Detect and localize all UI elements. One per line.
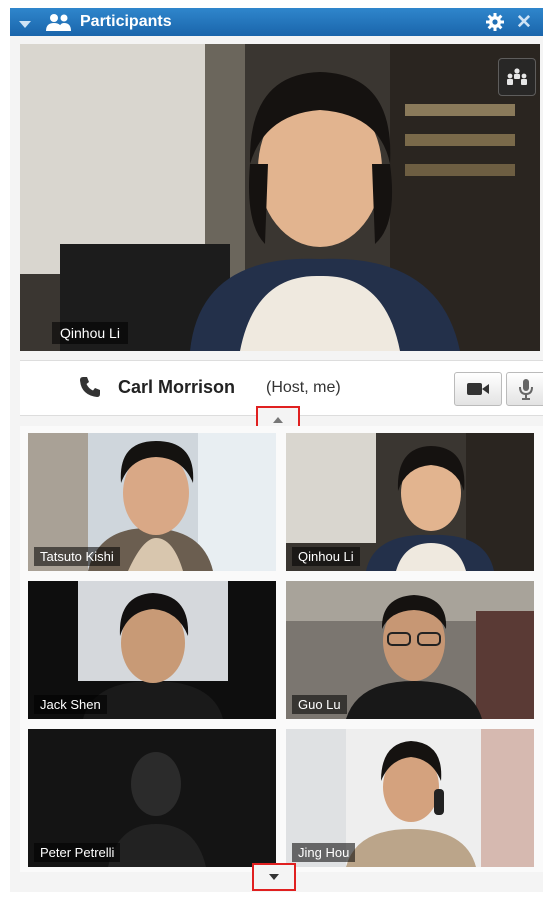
chevron-down-icon (269, 874, 279, 880)
participant-tile[interactable]: Qinhou Li (286, 433, 534, 571)
phone-icon (78, 375, 102, 404)
active-speaker-frame (20, 44, 540, 351)
participant-name: Peter Petrelli (34, 843, 121, 862)
panel-title: Participants (80, 13, 172, 30)
participant-tile[interactable]: Jack Shen (28, 581, 276, 719)
close-icon[interactable]: ✕ (516, 11, 532, 34)
gear-icon[interactable] (486, 13, 504, 36)
group-layout-icon (507, 68, 527, 85)
video-camera-icon (467, 383, 489, 395)
microphone-icon (519, 379, 533, 400)
active-speaker-name-tag: Qinhou Li (52, 322, 128, 344)
participant-name: Tatsuto Kishi (34, 547, 120, 566)
video-button[interactable] (454, 372, 502, 406)
participant-grid: Tatsuto Kishi Qinhou Li Jack Shen Guo Lu… (20, 426, 543, 872)
participant-tile[interactable]: Jing Hou (286, 729, 534, 867)
participants-panel: Participants ✕ Qinhou Li Carl Morrison (… (10, 8, 543, 892)
host-role: (Host, me) (266, 379, 341, 396)
participant-name: Jing Hou (292, 843, 356, 862)
participant-name: Jack Shen (34, 695, 107, 714)
mute-button[interactable] (506, 372, 543, 406)
participant-name: Guo Lu (292, 695, 347, 714)
chevron-down-icon[interactable] (18, 17, 32, 35)
scroll-down-button[interactable] (252, 863, 296, 891)
participant-tile[interactable]: Guo Lu (286, 581, 534, 719)
host-name: Carl Morrison (118, 377, 236, 397)
participants-icon (45, 13, 73, 36)
active-speaker-video[interactable]: Qinhou Li (20, 44, 540, 351)
participant-name: Qinhou Li (292, 547, 360, 566)
panel-titlebar: Participants ✕ (10, 8, 543, 36)
layout-toggle-button[interactable] (498, 58, 536, 96)
chevron-up-icon (273, 417, 283, 423)
participant-tile[interactable]: Peter Petrelli (28, 729, 276, 867)
participant-tile[interactable]: Tatsuto Kishi (28, 433, 276, 571)
